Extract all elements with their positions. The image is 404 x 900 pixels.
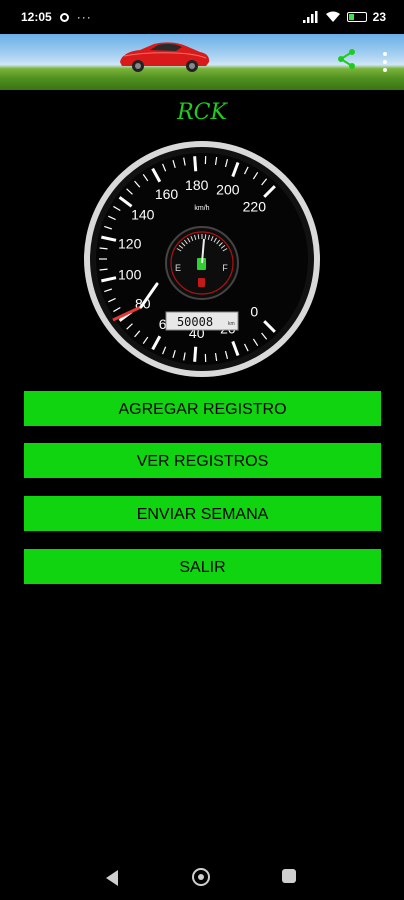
back-icon[interactable]: [106, 870, 118, 886]
speed-minor-tick: [99, 268, 108, 271]
speed-label: 120: [118, 235, 142, 251]
speed-major-tick: [193, 346, 198, 362]
fuel-empty-label: E: [175, 263, 181, 273]
speedometer-image: 020406080100120140160180200220 km/h E F …: [84, 141, 320, 377]
speed-label: 200: [216, 182, 240, 198]
send-week-button[interactable]: ENVIAR SEMANA: [24, 496, 381, 531]
wifi-icon: [325, 11, 340, 22]
odometer-unit: km: [228, 321, 235, 327]
app-bar: [0, 34, 404, 90]
fuel-tick: [197, 234, 200, 240]
navigation-bar: [0, 852, 404, 900]
overflow-menu-icon[interactable]: [382, 52, 388, 72]
home-icon[interactable]: [192, 868, 210, 886]
speed-label: 0: [250, 303, 258, 319]
recent-apps-icon[interactable]: [282, 869, 296, 883]
speed-unit-label: km/h: [194, 205, 209, 212]
speed-label: 140: [131, 207, 155, 223]
fuel-full-label: F: [222, 263, 228, 273]
fuel-tick: [204, 234, 207, 240]
fuel-warning-icon: [198, 278, 205, 287]
car-banner-image: [120, 42, 210, 72]
speed-label: 100: [118, 267, 142, 283]
battery-level: 23: [372, 10, 386, 24]
status-right: 23: [302, 0, 386, 34]
speed-minor-tick: [99, 247, 108, 250]
odometer-value: 50008: [177, 315, 213, 329]
speed-major-tick: [193, 156, 198, 172]
speed-label: 160: [155, 186, 179, 202]
status-bar: 12:05 ··· 23: [0, 0, 404, 34]
signal-icon: [302, 11, 318, 23]
app-title: RCK: [177, 100, 227, 125]
exit-button[interactable]: SALIR: [24, 549, 381, 584]
status-time: 12:05: [21, 10, 52, 24]
share-icon[interactable]: [336, 48, 358, 70]
view-records-button[interactable]: VER REGISTROS: [24, 443, 381, 478]
battery-icon: [346, 12, 367, 22]
speed-label: 180: [185, 177, 209, 193]
more-notifications-icon: ···: [76, 10, 92, 24]
notification-icon: [59, 12, 69, 22]
add-record-button[interactable]: AGREGAR REGISTRO: [24, 391, 381, 426]
speed-label: 220: [243, 199, 267, 215]
